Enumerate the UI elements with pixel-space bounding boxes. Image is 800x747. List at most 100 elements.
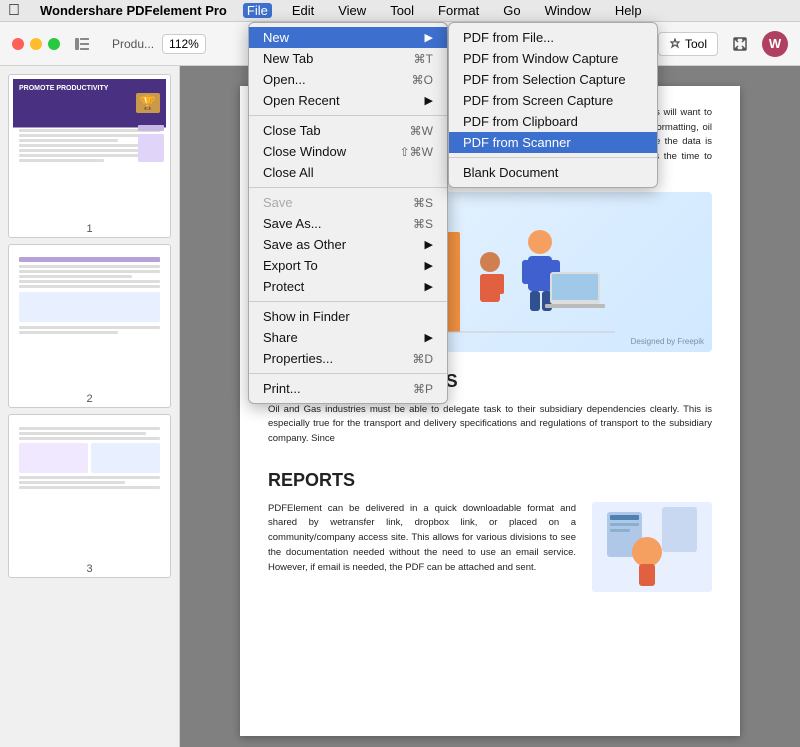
menu-view[interactable]: View [334, 3, 370, 18]
menu-item-close-window-label: Close Window [263, 144, 346, 159]
menu-item-open-recent-label: Open Recent [263, 93, 340, 108]
tool-btn[interactable]: Tool [658, 32, 718, 56]
new-submenu-item-window-capture[interactable]: PDF from Window Capture [449, 48, 657, 69]
page-num-1: 1 [9, 221, 170, 237]
menu-bar:  Wondershare PDFelement Pro File Edit V… [0, 0, 800, 22]
menu-item-open-label: Open... [263, 72, 306, 87]
menu-format[interactable]: Format [434, 3, 483, 18]
menu-item-save: Save ⌘S [249, 192, 447, 213]
menu-item-close-all-label: Close All [263, 165, 314, 180]
sidebar: PROMOTE PRODUCTIVITY 🏆 [0, 66, 180, 747]
new-submenu-item-scanner-label: PDF from Scanner [463, 135, 571, 150]
new-submenu-item-screen-capture-label: PDF from Screen Capture [463, 93, 613, 108]
menu-item-share[interactable]: Share ▶ [249, 327, 447, 348]
menu-item-properties[interactable]: Properties... ⌘D [249, 348, 447, 369]
thumb1-sidebar-icons [138, 125, 164, 162]
menu-item-close-all[interactable]: Close All [249, 162, 447, 183]
new-submenu-item-screen-capture[interactable]: PDF from Screen Capture [449, 90, 657, 111]
new-submenu-item-clipboard-label: PDF from Clipboard [463, 114, 578, 129]
new-submenu[interactable]: PDF from File... PDF from Window Capture… [448, 22, 658, 188]
menu-item-export-to-label: Export To [263, 258, 318, 273]
menu-item-export-to-arrow: ▶ [425, 259, 433, 272]
menu-item-new-tab[interactable]: New Tab ⌘T [249, 48, 447, 69]
menu-item-print-label: Print... [263, 381, 301, 396]
menu-item-show-finder[interactable]: Show in Finder [249, 306, 447, 327]
sidebar-toggle-btn[interactable] [68, 30, 96, 58]
menu-item-save-as[interactable]: Save As... ⌘S [249, 213, 447, 234]
page-thumb-3[interactable]: 3 [8, 414, 171, 578]
doc-heading-reports: REPORTS [268, 467, 712, 494]
menu-item-protect-label: Protect [263, 279, 304, 294]
doc-reports-section: REPORTS PDFElement can be delivered in a… [268, 467, 712, 592]
menu-item-open-recent-arrow: ▶ [425, 94, 433, 107]
new-submenu-item-selection-capture-label: PDF from Selection Capture [463, 72, 626, 87]
menu-item-close-tab-shortcut: ⌘W [410, 124, 433, 138]
menu-item-print-shortcut: ⌘P [413, 382, 433, 396]
menu-edit[interactable]: Edit [288, 3, 318, 18]
minimize-traffic-light[interactable] [30, 38, 42, 50]
menu-item-open-recent[interactable]: Open Recent ▶ [249, 90, 447, 111]
menu-item-export-to[interactable]: Export To ▶ [249, 255, 447, 276]
separator-1 [249, 115, 447, 116]
maximize-traffic-light[interactable] [48, 38, 60, 50]
page-num-3: 3 [9, 561, 170, 577]
menu-item-save-as-label: Save As... [263, 216, 322, 231]
menu-item-properties-shortcut: ⌘D [412, 352, 433, 366]
separator-4 [249, 373, 447, 374]
menu-item-print[interactable]: Print... ⌘P [249, 378, 447, 399]
menu-item-show-finder-label: Show in Finder [263, 309, 350, 324]
menu-item-properties-label: Properties... [263, 351, 333, 366]
menu-help[interactable]: Help [611, 3, 646, 18]
avatar[interactable]: W [762, 31, 788, 57]
menu-item-save-other-arrow: ▶ [425, 238, 433, 251]
new-submenu-item-blank[interactable]: Blank Document [449, 162, 657, 183]
menu-item-save-as-shortcut: ⌘S [413, 217, 433, 231]
menu-item-open[interactable]: Open... ⌘O [249, 69, 447, 90]
menu-item-save-shortcut: ⌘S [413, 196, 433, 210]
doc-body-reports: PDFElement can be delivered in a quick d… [268, 502, 576, 576]
separator-3 [249, 301, 447, 302]
doc-body-delegation: Oil and Gas industries must be able to d… [268, 403, 712, 447]
menu-item-close-window-shortcut: ⇧⌘W [400, 145, 433, 159]
menu-item-share-arrow: ▶ [425, 331, 433, 344]
new-submenu-item-scanner[interactable]: PDF from Scanner [449, 132, 657, 153]
menu-item-open-shortcut: ⌘O [412, 73, 433, 87]
image-caption: Designed by Freepik [631, 336, 704, 348]
file-menu-dropdown[interactable]: New ▶ New Tab ⌘T Open... ⌘O Open Recent … [248, 22, 448, 404]
new-submenu-item-selection-capture[interactable]: PDF from Selection Capture [449, 69, 657, 90]
new-submenu-item-blank-label: Blank Document [463, 165, 558, 180]
new-submenu-item-clipboard[interactable]: PDF from Clipboard [449, 111, 657, 132]
menu-item-close-window[interactable]: Close Window ⇧⌘W [249, 141, 447, 162]
menu-item-new[interactable]: New ▶ [249, 27, 447, 48]
thumb3-content [13, 419, 166, 557]
menu-item-protect[interactable]: Protect ▶ [249, 276, 447, 297]
app-name: Wondershare PDFelement Pro [40, 3, 227, 18]
page-thumb-1[interactable]: PROMOTE PRODUCTIVITY 🏆 [8, 74, 171, 238]
thumb2-content [13, 249, 166, 387]
menu-item-save-other-label: Save as Other [263, 237, 346, 252]
menu-item-protect-arrow: ▶ [425, 280, 433, 293]
new-submenu-item-from-file[interactable]: PDF from File... [449, 27, 657, 48]
page-thumb-2[interactable]: 2 [8, 244, 171, 408]
menu-item-save-other[interactable]: Save as Other ▶ [249, 234, 447, 255]
menu-window[interactable]: Window [541, 3, 595, 18]
product-name-label: Produ... [112, 37, 154, 51]
menu-item-close-tab-label: Close Tab [263, 123, 321, 138]
menu-item-new-tab-label: New Tab [263, 51, 313, 66]
new-submenu-item-from-file-label: PDF from File... [463, 30, 554, 45]
thumb1-title: PROMOTE PRODUCTIVITY [19, 85, 160, 92]
close-traffic-light[interactable] [12, 38, 24, 50]
menu-item-share-label: Share [263, 330, 298, 345]
tool-label: Tool [685, 37, 707, 51]
menu-go[interactable]: Go [499, 3, 524, 18]
expand-icon-btn[interactable] [726, 30, 754, 58]
page-num-2: 2 [9, 391, 170, 407]
menu-item-new-tab-shortcut: ⌘T [414, 52, 433, 66]
menu-item-save-label: Save [263, 195, 293, 210]
menu-item-new-arrow: ▶ [425, 31, 433, 44]
menu-file[interactable]: File [243, 3, 272, 18]
thumb1-icon: 🏆 [136, 93, 160, 113]
menu-tool[interactable]: Tool [386, 3, 418, 18]
menu-item-close-tab[interactable]: Close Tab ⌘W [249, 120, 447, 141]
zoom-selector[interactable]: 112% [162, 34, 206, 54]
